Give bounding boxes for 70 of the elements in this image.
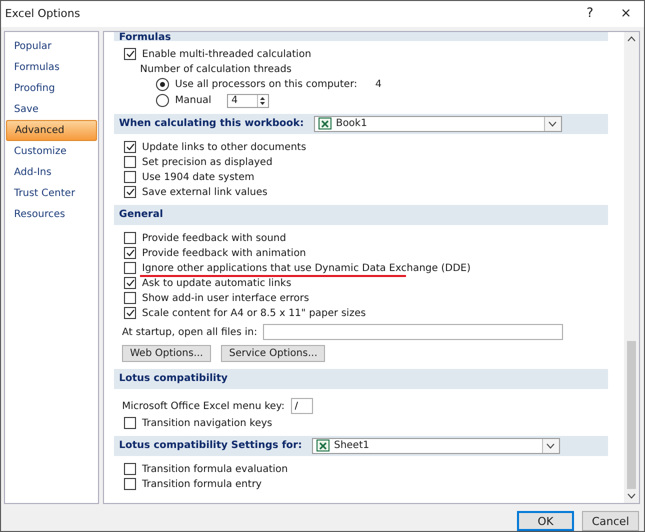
- checkbox[interactable]: [124, 307, 136, 320]
- options-button[interactable]: Service Options...: [221, 344, 326, 362]
- sidebar-item[interactable]: Save: [6, 98, 97, 120]
- checkbox[interactable]: [124, 478, 136, 490]
- checkbox[interactable]: [124, 171, 136, 184]
- checkbox-label: Use 1904 date system: [142, 172, 254, 183]
- radio-button[interactable]: [156, 78, 169, 92]
- options-button[interactable]: Web Options...: [122, 344, 212, 362]
- radio-button[interactable]: [156, 94, 169, 108]
- checkbox-label: Provide feedback with sound: [142, 232, 286, 244]
- checkbox[interactable]: [124, 262, 136, 274]
- checkbox-label: Transition navigation keys: [142, 418, 272, 429]
- input-field[interactable]: [263, 324, 564, 340]
- checkbox[interactable]: [124, 463, 136, 476]
- checkbox-label: Transition formula entry: [142, 478, 262, 490]
- scrollbar[interactable]: [624, 32, 639, 503]
- checkbox-label: Update links to other documents: [142, 142, 306, 153]
- input-field[interactable]: /: [290, 398, 313, 414]
- section-title: Lotus compatibility: [119, 373, 228, 384]
- processor-count: 4: [375, 79, 382, 90]
- checkbox-label: Provide feedback with animation: [142, 248, 306, 259]
- sidebar-item[interactable]: Popular: [6, 36, 97, 57]
- checkbox-label: Ignore other applications that use Dynamic Data Exchange (DDE): [142, 262, 471, 274]
- close-button[interactable]: ×: [608, 6, 644, 22]
- checkbox-label: Transition formula evaluation: [142, 464, 288, 475]
- sidebar-item[interactable]: Proofing: [6, 78, 97, 99]
- sidebar-item[interactable]: Customize: [6, 140, 97, 162]
- checkbox[interactable]: [124, 277, 136, 290]
- section-title: Lotus compatibility Settings for:: [119, 440, 302, 452]
- window-title: Excel Options: [5, 7, 82, 20]
- checkbox[interactable]: [124, 48, 136, 60]
- sidebar-item[interactable]: Add-Ins: [6, 162, 97, 183]
- checkbox-label: Ask to update automatic links: [142, 278, 292, 289]
- checkbox-label: Enable multi-threaded calculation: [142, 48, 312, 60]
- field-label: At startup, open all files in:: [122, 326, 258, 338]
- sidebar-item[interactable]: Advanced: [6, 120, 97, 141]
- radio-label: Use all processors on this computer:: [175, 79, 358, 90]
- caret-icon: [548, 120, 558, 127]
- workbook-dropdown[interactable]: Book1: [314, 116, 562, 132]
- spin-box[interactable]: 4: [227, 94, 270, 108]
- checkbox-label: Scale content for A4 or 8.5 x 11" paper sizes: [142, 308, 366, 319]
- option-label: Number of calculation threads: [140, 64, 292, 75]
- section-title: When calculating this workbook:: [119, 118, 304, 130]
- checkbox-label: Save external link values: [142, 186, 268, 198]
- checkbox[interactable]: [124, 247, 136, 260]
- checkbox[interactable]: [124, 292, 136, 304]
- spreadsheet-icon: [316, 439, 330, 452]
- scroll-down-icon[interactable]: [627, 493, 636, 499]
- radio-label: Manual: [175, 95, 212, 106]
- checkbox[interactable]: [124, 232, 136, 244]
- sidebar-item[interactable]: Resources: [6, 204, 97, 225]
- sidebar-item[interactable]: Formulas: [6, 56, 97, 78]
- section-title: Formulas: [119, 32, 171, 41]
- checkbox-label: Set precision as displayed: [142, 156, 272, 168]
- caret-icon: [546, 442, 556, 449]
- dialog-button[interactable]: OK: [517, 511, 574, 531]
- section-title: General: [119, 209, 163, 220]
- checkbox-label: Show add-in user interface errors: [142, 292, 310, 304]
- workbook-dropdown[interactable]: Sheet1: [312, 438, 560, 454]
- checkbox[interactable]: [124, 186, 136, 198]
- checkbox[interactable]: [124, 417, 136, 430]
- checkbox[interactable]: [124, 141, 136, 154]
- help-button[interactable]: ?: [572, 6, 608, 22]
- checkbox[interactable]: [124, 156, 136, 168]
- spreadsheet-icon: [318, 117, 332, 130]
- field-label: Microsoft Office Excel menu key:: [122, 400, 285, 412]
- scroll-up-icon[interactable]: [627, 36, 636, 42]
- dialog-button[interactable]: Cancel: [582, 511, 639, 531]
- scroll-thumb[interactable]: [627, 341, 636, 489]
- sidebar-item[interactable]: Trust Center: [6, 182, 97, 204]
